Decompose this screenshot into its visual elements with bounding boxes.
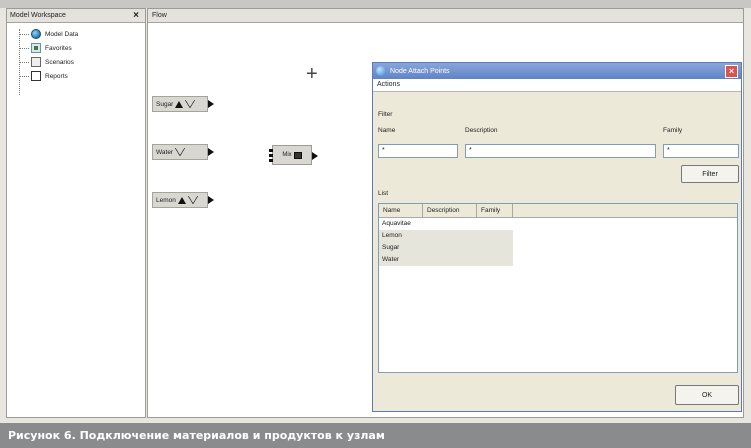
dialog-title: Node Attach Points xyxy=(390,67,450,75)
filter-group-label: Filter xyxy=(378,111,393,118)
model-workspace-panel: Model Workspace × Model Data Favorites S… xyxy=(6,8,146,418)
workspace-header: Model Workspace × xyxy=(7,9,145,23)
list-group-label: List xyxy=(378,190,389,197)
dialog-titlebar[interactable]: Node Attach Points × xyxy=(373,63,741,79)
close-icon[interactable]: × xyxy=(725,64,738,78)
name-label: Name xyxy=(378,127,396,134)
process-label: Mix xyxy=(282,152,292,158)
node-label: Lemon xyxy=(156,196,176,204)
family-field[interactable]: * xyxy=(663,144,739,158)
node-lemon[interactable]: Lemon xyxy=(152,192,214,208)
column-header-description[interactable]: Description xyxy=(423,204,477,217)
column-header-family[interactable]: Family xyxy=(477,204,513,217)
tree-item-label: Favorites xyxy=(45,44,72,52)
app-icon xyxy=(376,66,386,76)
family-label: Family xyxy=(663,127,683,134)
tree-item-reports[interactable]: Reports xyxy=(15,69,145,83)
peak-icon xyxy=(187,196,198,204)
list-item[interactable]: Water xyxy=(379,254,513,266)
input-pin[interactable] xyxy=(269,149,273,152)
scenarios-icon xyxy=(31,57,41,67)
output-arrow-icon[interactable] xyxy=(208,196,214,204)
reports-icon xyxy=(31,71,41,81)
process-node-mix[interactable]: Mix xyxy=(269,145,318,165)
name-field[interactable]: * xyxy=(378,144,458,158)
close-icon[interactable]: × xyxy=(130,10,142,21)
list-item[interactable]: Sugar xyxy=(379,242,513,254)
input-pin[interactable] xyxy=(269,154,273,157)
tree-item-label: Reports xyxy=(45,72,68,80)
tree-item-favorites[interactable]: Favorites xyxy=(15,41,145,55)
peak-icon xyxy=(175,148,186,156)
workspace-title: Model Workspace xyxy=(10,12,66,19)
tree-item-scenarios[interactable]: Scenarios xyxy=(15,55,145,69)
ok-button[interactable]: OK xyxy=(675,385,739,405)
process-icon xyxy=(293,151,302,159)
filter-button[interactable]: Filter xyxy=(681,165,739,183)
list-item[interactable]: Aquavitae xyxy=(379,218,737,230)
description-field[interactable]: * xyxy=(465,144,656,158)
node-label: Sugar xyxy=(156,100,174,108)
attach-points-list: Name Description Family Aquavitae Lemon … xyxy=(378,203,738,373)
up-arrow-icon xyxy=(175,100,184,108)
description-label: Description xyxy=(465,127,498,134)
tree-item-model-data[interactable]: Model Data xyxy=(15,27,145,41)
crosshair-cursor-icon: + xyxy=(306,63,318,85)
up-arrow-icon xyxy=(177,196,186,204)
top-strip xyxy=(0,0,751,8)
tree-item-label: Scenarios xyxy=(45,58,74,66)
flow-header: Flow xyxy=(148,9,743,23)
node-attach-points-dialog: Node Attach Points × Actions Filter Name… xyxy=(372,62,742,412)
output-arrow-icon[interactable] xyxy=(208,100,214,108)
input-pin[interactable] xyxy=(269,159,273,162)
peak-icon xyxy=(185,100,196,108)
node-sugar[interactable]: Sugar xyxy=(152,96,214,112)
favorites-icon xyxy=(31,43,41,53)
list-header: Name Description Family xyxy=(379,204,737,218)
output-arrow-icon[interactable] xyxy=(208,148,214,156)
list-item[interactable]: Lemon xyxy=(379,230,513,242)
menu-actions[interactable]: Actions xyxy=(373,79,741,92)
output-arrow-icon[interactable] xyxy=(312,152,318,160)
tree-item-label: Model Data xyxy=(45,30,79,38)
column-header-name[interactable]: Name xyxy=(379,204,423,217)
workspace-tree: Model Data Favorites Scenarios Reports xyxy=(7,23,145,95)
globe-icon xyxy=(31,29,41,39)
node-water[interactable]: Water xyxy=(152,144,214,160)
figure-caption: Рисунок 6. Подключение материалов и прод… xyxy=(0,423,751,448)
node-label: Water xyxy=(156,148,174,156)
